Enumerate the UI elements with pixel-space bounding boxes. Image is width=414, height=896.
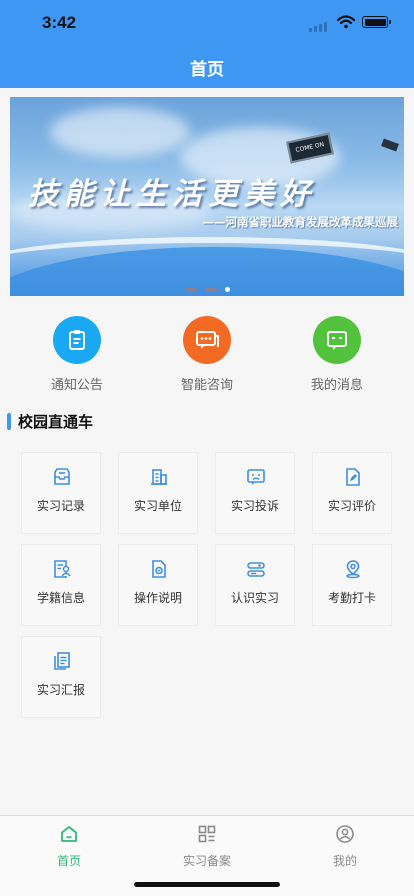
student-id-icon <box>54 560 71 578</box>
grid-item-label: 考勤打卡 <box>327 591 376 605</box>
grid-item-label: 学籍信息 <box>36 591 85 605</box>
tab-label: 首页 <box>56 854 81 868</box>
tab-mine[interactable]: 我的 <box>276 824 414 869</box>
banner-carousel[interactable]: COME ON 技能让生活更美好 ——河南省职业教育发展改革成果巡展 <box>10 97 404 296</box>
grid-item-label: 实习单位 <box>133 499 182 513</box>
grid-item-internship-report[interactable]: 实习汇报 <box>21 636 101 718</box>
status-time: 3:42 <box>42 13 77 32</box>
user-icon <box>336 825 354 843</box>
sign-text: COME ON <box>294 141 325 154</box>
complaint-icon <box>247 469 265 485</box>
grid-item-label: 实习投诉 <box>230 499 279 513</box>
battery-icon <box>362 16 391 28</box>
grid-item-label: 操作说明 <box>133 591 182 605</box>
banner-subtitle: ——河南省职业教育发展改革成果巡展 <box>202 215 399 229</box>
grid-item-cognitive-internship[interactable]: 认识实习 <box>215 544 295 626</box>
grid-item-operation-guide[interactable]: 操作说明 <box>118 544 198 626</box>
building-icon <box>151 469 167 485</box>
grid-item-internship-evaluation[interactable]: 实习评价 <box>312 452 392 534</box>
banner-slogan: 技能让生活更美好 <box>28 177 316 212</box>
cellular-signal-icon <box>309 22 327 32</box>
quick-action-consult[interactable]: 智能咨询 <box>152 316 262 393</box>
grid-item-label: 实习评价 <box>327 499 376 513</box>
toggle-icon <box>247 562 265 577</box>
quick-actions: 通知公告 智能咨询 我的消息 <box>0 316 414 396</box>
grid-item-label: 实习记录 <box>36 499 85 513</box>
tab-internship-filing[interactable]: 实习备案 <box>138 824 276 869</box>
quick-action-label: 通知公告 <box>50 378 103 393</box>
section-accent-bar <box>7 413 11 430</box>
quick-action-label: 我的消息 <box>310 378 363 393</box>
quick-action-messages[interactable]: 我的消息 <box>282 316 392 393</box>
carousel-dot-active[interactable] <box>224 287 230 292</box>
tab-label: 实习备案 <box>182 854 231 868</box>
page-title: 首页 <box>190 60 224 80</box>
home-indicator[interactable] <box>134 882 280 887</box>
section-title: 校园直通车 <box>18 413 94 431</box>
tab-label: 我的 <box>332 854 357 868</box>
home-icon <box>61 826 77 842</box>
inbox-icon <box>54 468 70 485</box>
grid-item-student-status[interactable]: 学籍信息 <box>21 544 101 626</box>
message-icon <box>313 316 361 364</box>
wifi-icon <box>337 15 355 29</box>
grid-icon <box>198 825 216 843</box>
carousel-indicator[interactable] <box>10 279 404 296</box>
quick-action-label: 智能咨询 <box>180 378 233 393</box>
carousel-dot[interactable] <box>204 287 217 292</box>
report-icon <box>54 652 70 670</box>
chat-icon <box>183 316 231 364</box>
grid-item-internship-unit[interactable]: 实习单位 <box>118 452 198 534</box>
quick-action-notice[interactable]: 通知公告 <box>22 316 132 393</box>
edit-icon <box>346 468 360 486</box>
location-pin-icon <box>346 560 360 579</box>
app-header: 3:42 首页 <box>0 0 414 88</box>
notice-icon <box>53 316 101 364</box>
grid-item-internship-records[interactable]: 实习记录 <box>21 452 101 534</box>
carousel-dot[interactable] <box>184 287 197 292</box>
gear-document-icon <box>152 560 166 578</box>
grid-item-label: 认识实习 <box>230 591 279 605</box>
grid-item-attendance-checkin[interactable]: 考勤打卡 <box>312 544 392 626</box>
grid-item-label: 实习汇报 <box>36 683 85 697</box>
graduation-cap-icon <box>381 138 399 152</box>
grid-item-internship-complaint[interactable]: 实习投诉 <box>215 452 295 534</box>
tab-home[interactable]: 首页 <box>0 824 138 869</box>
